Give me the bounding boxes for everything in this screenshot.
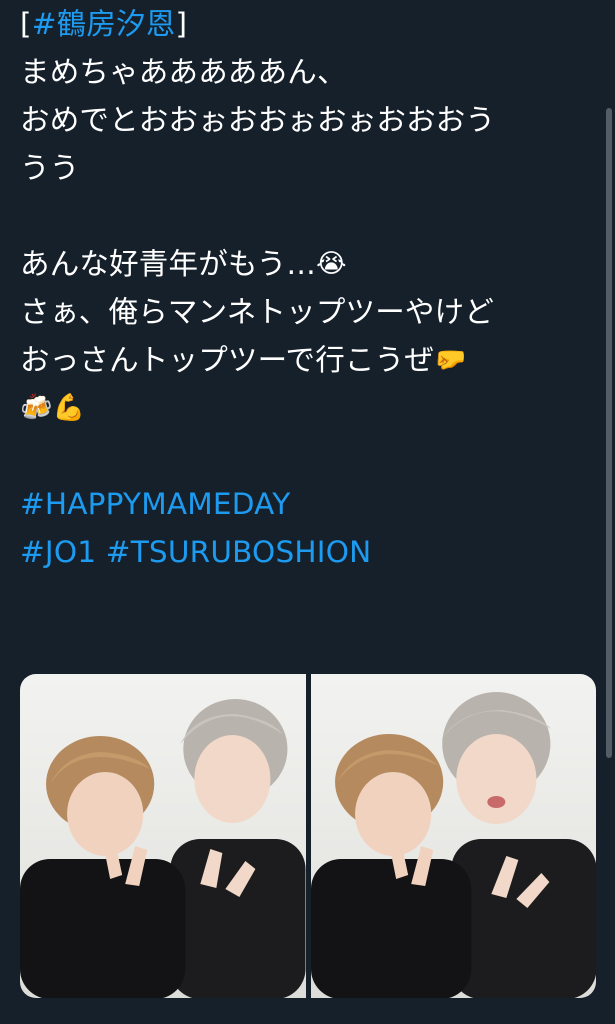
scrollbar[interactable] xyxy=(606,108,612,758)
tweet-text-segment xyxy=(96,535,106,569)
tweet-line xyxy=(20,192,605,240)
tweet-line: #HAPPYMAMEDAY xyxy=(20,480,605,528)
tweet-text-segment: [ xyxy=(20,7,32,41)
tweet-text: [#鶴房汐恩] まめちゃあああああん、おめでとおおぉおおぉおぉおおおう ううあんな好… xyxy=(20,0,605,576)
tweet-line: さぁ、俺らマンネトップツーやけど xyxy=(20,288,605,336)
tweet-text-segment: おめでとおおぉおおぉおぉおおおう xyxy=(20,103,496,137)
tweet-text-segment: あんな好青年がもう… xyxy=(20,247,317,281)
emoji: 😭 xyxy=(316,249,347,279)
tweet-text-segment: ] xyxy=(175,7,188,41)
hashtag-link[interactable]: #JO1 xyxy=(20,535,96,569)
emoji: 💪 xyxy=(52,393,86,423)
tweet-text-segment: うう xyxy=(20,151,80,185)
tweet-line: #JO1 #TSURUBOSHION xyxy=(20,528,605,576)
photo-left-illustration xyxy=(20,699,306,998)
tweet-line: おめでとおおぉおおぉおぉおおおう xyxy=(20,96,605,144)
hashtag-link[interactable]: #TSURUBOSHION xyxy=(106,535,372,569)
hashtag-link[interactable]: #HAPPYMAMEDAY xyxy=(20,487,290,521)
tweet-line: 🍻💪 xyxy=(20,384,605,432)
emoji: 🤛 xyxy=(434,345,467,375)
tweet-line xyxy=(20,432,605,480)
tweet-text-segment: おっさんトップツーで行こうぜ xyxy=(20,343,435,377)
tweet-line: [#鶴房汐恩] xyxy=(20,0,605,48)
tweet-line: おっさんトップツーで行こうぜ🤛 xyxy=(20,336,605,384)
tweet-line: あんな好青年がもう…😭 xyxy=(20,240,605,288)
tweet-text-segment: さぁ、俺らマンネトップツーやけど xyxy=(20,295,495,329)
emoji: 🍻 xyxy=(20,393,53,423)
tweet-line: うう xyxy=(20,144,605,192)
photo-left[interactable] xyxy=(20,674,306,998)
photo-right-illustration xyxy=(310,692,596,998)
tweet-text-segment: まめちゃあああああん、 xyxy=(20,55,347,89)
tweet-line: まめちゃあああああん、 xyxy=(20,48,605,96)
photo-right[interactable] xyxy=(310,674,596,998)
hashtag-link[interactable]: #鶴房汐恩 xyxy=(32,7,176,41)
media-grid xyxy=(20,674,596,998)
